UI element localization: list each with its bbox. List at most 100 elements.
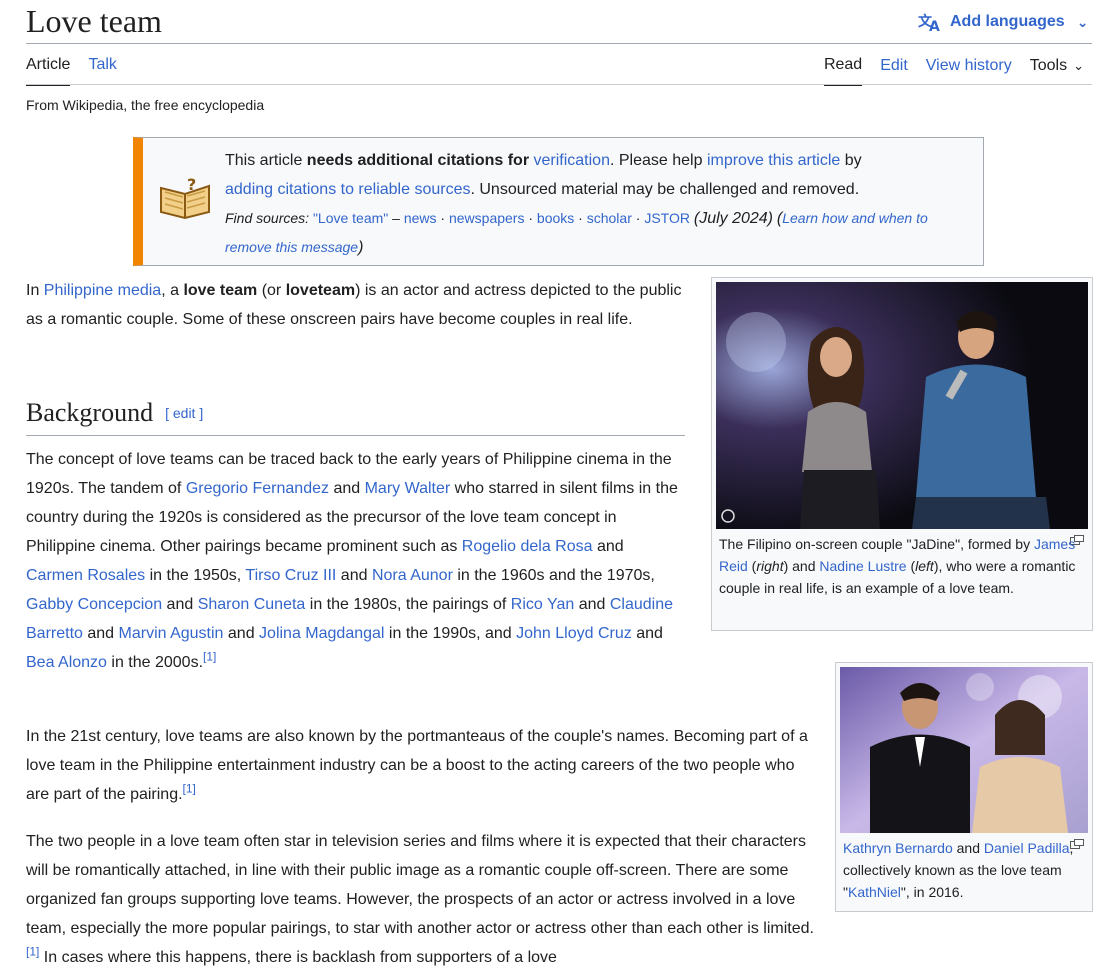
text: and	[82, 625, 119, 642]
find-sources: Find sources: "Love team" – news · newsp…	[225, 210, 928, 256]
text: In the 21st century, love teams are also…	[26, 728, 808, 803]
notice-date: (July 2024)	[693, 210, 774, 227]
tab-talk[interactable]: Talk	[88, 55, 116, 84]
jadine-photo-graphic	[716, 282, 1088, 529]
text: and	[223, 625, 260, 642]
text: in the 1950s,	[145, 567, 246, 584]
chevron-down-icon: ⌄	[1076, 13, 1089, 30]
verification-link[interactable]: verification	[534, 152, 610, 169]
svg-text:?: ?	[187, 175, 196, 194]
tools-menu[interactable]: Tools ⌄	[1030, 56, 1084, 85]
mary-walter-link[interactable]: Mary Walter	[365, 480, 451, 497]
jolina-magdangal-link[interactable]: Jolina Magdangal	[259, 625, 384, 642]
find-jstor-link[interactable]: JSTOR	[644, 210, 690, 226]
daniel-padilla-link[interactable]: Daniel Padilla	[984, 840, 1070, 856]
text: in the 2000s.	[106, 654, 204, 671]
text: in the 1990s, and	[384, 625, 517, 642]
text: ", in 2016.	[900, 884, 964, 900]
notice-text: . Please help	[609, 152, 707, 169]
title-divider	[26, 43, 1092, 44]
notice-text: . Unsourced material may be challenged a…	[470, 181, 860, 198]
edit-section-link[interactable]: [ edit ]	[165, 405, 203, 421]
jadine-photo[interactable]	[716, 282, 1088, 529]
philippine-media-link[interactable]: Philippine media	[44, 282, 161, 299]
bold-term: love team	[183, 282, 258, 299]
text: in the 1980s, the pairings of	[305, 596, 511, 613]
find-newspapers-link[interactable]: newspapers	[449, 210, 525, 226]
kathryn-bernardo-link[interactable]: Kathryn Bernardo	[843, 840, 953, 856]
citation-notice: ? This article needs additional citation…	[133, 137, 984, 266]
rogelio-dela-rosa-link[interactable]: Rogelio dela Rosa	[462, 538, 593, 555]
find-news-link[interactable]: news	[404, 210, 437, 226]
tab-article[interactable]: Article	[26, 55, 71, 86]
notice-bold-text: needs additional citations for	[306, 152, 534, 169]
page-title: Love team	[26, 3, 162, 39]
gregorio-fernandez-link[interactable]: Gregorio Fernandez	[186, 480, 329, 497]
notice-message: This article needs additional citations …	[225, 146, 965, 262]
find-scholar-link[interactable]: scholar	[587, 210, 632, 226]
tools-label: Tools	[1029, 57, 1068, 74]
tab-edit[interactable]: Edit	[880, 56, 908, 85]
john-lloyd-cruz-link[interactable]: John Lloyd Cruz	[516, 625, 632, 642]
namespace-tabs: Article Talk	[26, 55, 117, 86]
book-question-icon: ?	[160, 175, 210, 220]
text: and	[162, 596, 198, 613]
reference-link[interactable]: [1]	[203, 650, 216, 664]
intro-paragraph: In Philippine media, a love team (or lov…	[26, 276, 696, 334]
figure-caption: The Filipino on-screen couple "JaDine", …	[719, 533, 1087, 599]
find-sources-label: Find sources:	[225, 210, 310, 226]
view-tabs: Read Edit View history Tools ⌄	[823, 55, 1084, 86]
add-languages-button[interactable]: 文 A Add languages ⌄	[918, 10, 1088, 34]
section-title: Background	[26, 398, 154, 427]
svg-text:A: A	[929, 19, 940, 32]
improve-article-link[interactable]: improve this article	[707, 152, 840, 169]
text: and	[952, 840, 984, 856]
kathniel-photo-graphic	[840, 667, 1088, 833]
text: (or	[257, 282, 286, 299]
text: left	[915, 558, 934, 574]
tabs-divider	[26, 84, 1092, 85]
find-query-link[interactable]: "Love team"	[313, 210, 388, 226]
text: and	[336, 567, 372, 584]
marvin-agustin-link[interactable]: Marvin Agustin	[119, 625, 224, 642]
text: and	[329, 480, 365, 497]
site-tagline: From Wikipedia, the free encyclopedia	[26, 97, 265, 113]
text: (	[906, 558, 916, 574]
kathniel-photo[interactable]	[840, 667, 1088, 833]
sharon-cuneta-link[interactable]: Sharon Cuneta	[198, 596, 306, 613]
nadine-lustre-link[interactable]: Nadine Lustre	[819, 558, 906, 574]
adding-citations-link[interactable]: adding citations to reliable sources	[225, 181, 470, 198]
gabby-concepcion-link[interactable]: Gabby Concepcion	[26, 596, 162, 613]
notice-text: This article	[225, 152, 307, 169]
bold-term: loveteam	[285, 282, 356, 299]
tab-read[interactable]: Read	[823, 55, 863, 86]
figure-caption: Kathryn Bernardo and Daniel Padilla, col…	[843, 837, 1077, 903]
text: In	[26, 282, 44, 299]
figure-kathniel: Kathryn Bernardo and Daniel Padilla, col…	[835, 662, 1093, 912]
text: in the 1960s and the 1970s,	[452, 567, 655, 584]
paren: )	[358, 239, 364, 256]
text: The two people in a love team often star…	[26, 833, 814, 937]
carmen-rosales-link[interactable]: Carmen Rosales	[26, 567, 145, 584]
background-paragraph-2: In the 21st century, love teams are also…	[26, 722, 816, 809]
background-heading: Background [ edit ]	[26, 396, 685, 436]
nora-aunor-link[interactable]: Nora Aunor	[372, 567, 453, 584]
notice-text: by	[840, 152, 862, 169]
translate-icon: 文 A	[918, 13, 940, 32]
reference-link[interactable]: [1]	[26, 945, 39, 959]
text: In cases where this happens, there is ba…	[39, 949, 557, 966]
tab-view-history[interactable]: View history	[926, 56, 1012, 85]
background-paragraph-1: The concept of love teams can be traced …	[26, 445, 682, 677]
text: ) and	[783, 558, 820, 574]
reference-link[interactable]: [1]	[183, 782, 196, 796]
tirso-cruz-link[interactable]: Tirso Cruz III	[245, 567, 336, 584]
text: and	[631, 625, 663, 642]
bea-alonzo-link[interactable]: Bea Alonzo	[26, 654, 107, 671]
find-books-link[interactable]: books	[537, 210, 574, 226]
text: The Filipino on-screen couple "JaDine", …	[719, 536, 1034, 552]
separator: –	[388, 210, 404, 226]
chevron-down-icon: ⌄	[1073, 58, 1084, 73]
text: and	[592, 538, 624, 555]
kathniel-link[interactable]: KathNiel	[848, 884, 901, 900]
rico-yan-link[interactable]: Rico Yan	[511, 596, 574, 613]
